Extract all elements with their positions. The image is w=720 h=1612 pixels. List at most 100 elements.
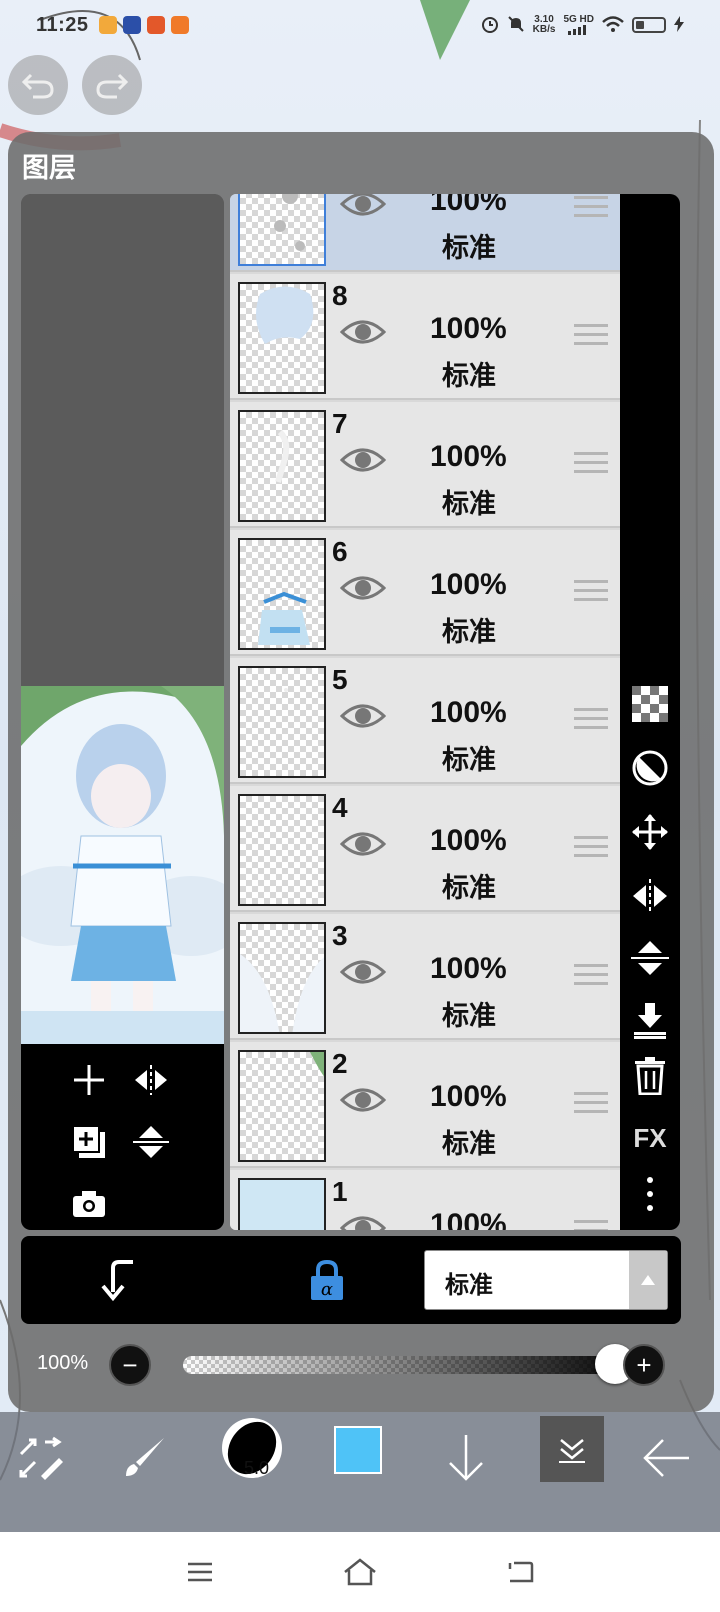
layer-thumbnail[interactable]: [238, 922, 326, 1034]
camera-button[interactable]: [69, 1184, 109, 1224]
brush-size-value: 5.0: [244, 1458, 270, 1478]
visibility-eye-icon[interactable]: [339, 444, 387, 476]
more-vertical-icon: [647, 1177, 653, 1211]
flip-horizontal-icon: [135, 1065, 167, 1095]
alpha-lock-button[interactable]: α: [309, 1259, 345, 1307]
layers-button[interactable]: [540, 1416, 604, 1482]
network-speed: 3.10 KB/s: [533, 15, 556, 35]
home-button[interactable]: [340, 1554, 380, 1590]
preview-toolbar: [21, 1044, 224, 1230]
flip-vertical-button[interactable]: [131, 1122, 171, 1162]
bottom-toolbar: 5.0: [0, 1412, 720, 1532]
mute-icon: [507, 15, 525, 36]
layer-row[interactable]: 6 100% 标准: [230, 530, 620, 656]
back-button[interactable]: [500, 1554, 540, 1590]
layer-thumbnail[interactable]: [238, 410, 326, 522]
opacity-increase-button[interactable]: +: [623, 1344, 665, 1386]
layer-row[interactable]: 5 100% 标准: [230, 658, 620, 784]
layer-list[interactable]: 100% 标准 8 100% 标准 7 100% 标准 6 100% 标准 5 100% 标准 4 100% 标…: [230, 194, 620, 1230]
invert-button[interactable]: [630, 748, 670, 788]
canvas-preview-image[interactable]: [21, 686, 224, 1044]
visibility-eye-icon[interactable]: [339, 1212, 387, 1230]
layer-thumbnail[interactable]: [238, 194, 326, 266]
visibility-eye-icon[interactable]: [339, 194, 387, 220]
drag-handle-icon[interactable]: [574, 964, 608, 991]
undo-button[interactable]: [8, 55, 68, 115]
layer-blend-mode: 标准: [442, 745, 496, 775]
redo-button[interactable]: [82, 55, 142, 115]
layer-row[interactable]: 3 100% 标准: [230, 914, 620, 1040]
layer-row[interactable]: 100% 标准: [230, 194, 620, 272]
flip-horizontal-button[interactable]: [131, 1060, 171, 1100]
visibility-eye-icon[interactable]: [339, 828, 387, 860]
layer-thumbnail[interactable]: [238, 282, 326, 394]
visibility-eye-icon[interactable]: [339, 572, 387, 604]
opacity-slider[interactable]: [183, 1356, 615, 1374]
layer-thumbnail[interactable]: [238, 794, 326, 906]
layer-thumbnail[interactable]: [238, 666, 326, 778]
layer-thumbnail[interactable]: [238, 538, 326, 650]
visibility-eye-icon[interactable]: [339, 956, 387, 988]
clipping-button[interactable]: [101, 1258, 141, 1307]
blend-mode-select[interactable]: 标准: [424, 1250, 668, 1310]
drag-handle-icon[interactable]: [574, 1092, 608, 1119]
layer-number: 5: [332, 664, 348, 695]
brush-size-button[interactable]: 5.0: [222, 1418, 282, 1478]
layer-blend-mode: 标准: [442, 617, 496, 647]
battery-icon: [632, 17, 666, 33]
color-button[interactable]: [334, 1426, 382, 1474]
layer-thumbnail[interactable]: [238, 1178, 326, 1230]
duplicate-layer-button[interactable]: [69, 1122, 109, 1162]
visibility-eye-icon[interactable]: [339, 316, 387, 348]
more-options-button[interactable]: [630, 1174, 670, 1214]
layer-blend-mode: 标准: [442, 361, 496, 391]
flip-vertical-button[interactable]: [630, 938, 670, 978]
back-arrow-button[interactable]: [634, 1426, 698, 1490]
layer-row[interactable]: 8 100% 标准: [230, 274, 620, 400]
status-indicators: 3.10 KB/s 5G HD: [481, 15, 684, 36]
merge-down-button[interactable]: [630, 1000, 670, 1040]
delete-layer-button[interactable]: [630, 1056, 670, 1096]
layer-opacity: 100%: [430, 312, 507, 345]
drag-handle-icon[interactable]: [574, 196, 608, 223]
layer-blend-mode: 标准: [442, 1129, 496, 1159]
arrow-down-button[interactable]: [434, 1426, 498, 1490]
panel-title: 图层: [22, 153, 76, 183]
add-layer-button[interactable]: [69, 1060, 109, 1100]
arrow-down-icon: [449, 1435, 483, 1481]
drag-handle-icon[interactable]: [574, 452, 608, 479]
layer-tools-column: FX: [620, 194, 680, 1230]
opacity-decrease-button[interactable]: −: [109, 1344, 151, 1386]
layer-opacity: 100%: [430, 1208, 507, 1230]
layer-row[interactable]: 4 100% 标准: [230, 786, 620, 912]
brush-button[interactable]: [112, 1426, 176, 1490]
drag-handle-icon[interactable]: [574, 580, 608, 607]
menu-button[interactable]: [180, 1554, 220, 1590]
layer-opacity: 100%: [430, 568, 507, 601]
home-icon: [344, 1558, 376, 1586]
drag-handle-icon[interactable]: [574, 708, 608, 735]
svg-text:α: α: [321, 1279, 333, 1300]
move-icon: [632, 814, 668, 850]
transform-button[interactable]: [8, 1426, 72, 1490]
layer-row[interactable]: 7 100% 标准: [230, 402, 620, 528]
visibility-eye-icon[interactable]: [339, 700, 387, 732]
menu-icon: [188, 1562, 212, 1582]
back-icon: [508, 1561, 534, 1583]
visibility-eye-icon[interactable]: [339, 1084, 387, 1116]
alpha-lock-icon: α: [311, 1259, 343, 1300]
dropdown-arrow-icon: [629, 1251, 667, 1309]
move-button[interactable]: [630, 812, 670, 852]
layer-thumbnail[interactable]: [238, 1050, 326, 1162]
brush-icon: [126, 1438, 164, 1476]
layer-row[interactable]: 1100%标准: [230, 1170, 620, 1230]
fx-button[interactable]: FX: [630, 1118, 670, 1158]
layer-row[interactable]: 2 100% 标准: [230, 1042, 620, 1168]
drag-handle-icon[interactable]: [574, 1220, 608, 1230]
layer-opacity: 100%: [430, 824, 507, 857]
drag-handle-icon[interactable]: [574, 324, 608, 351]
transparency-button[interactable]: [630, 684, 670, 724]
drag-handle-icon[interactable]: [574, 836, 608, 863]
layer-number: 8: [332, 280, 348, 311]
flip-horizontal-button[interactable]: [630, 876, 670, 916]
